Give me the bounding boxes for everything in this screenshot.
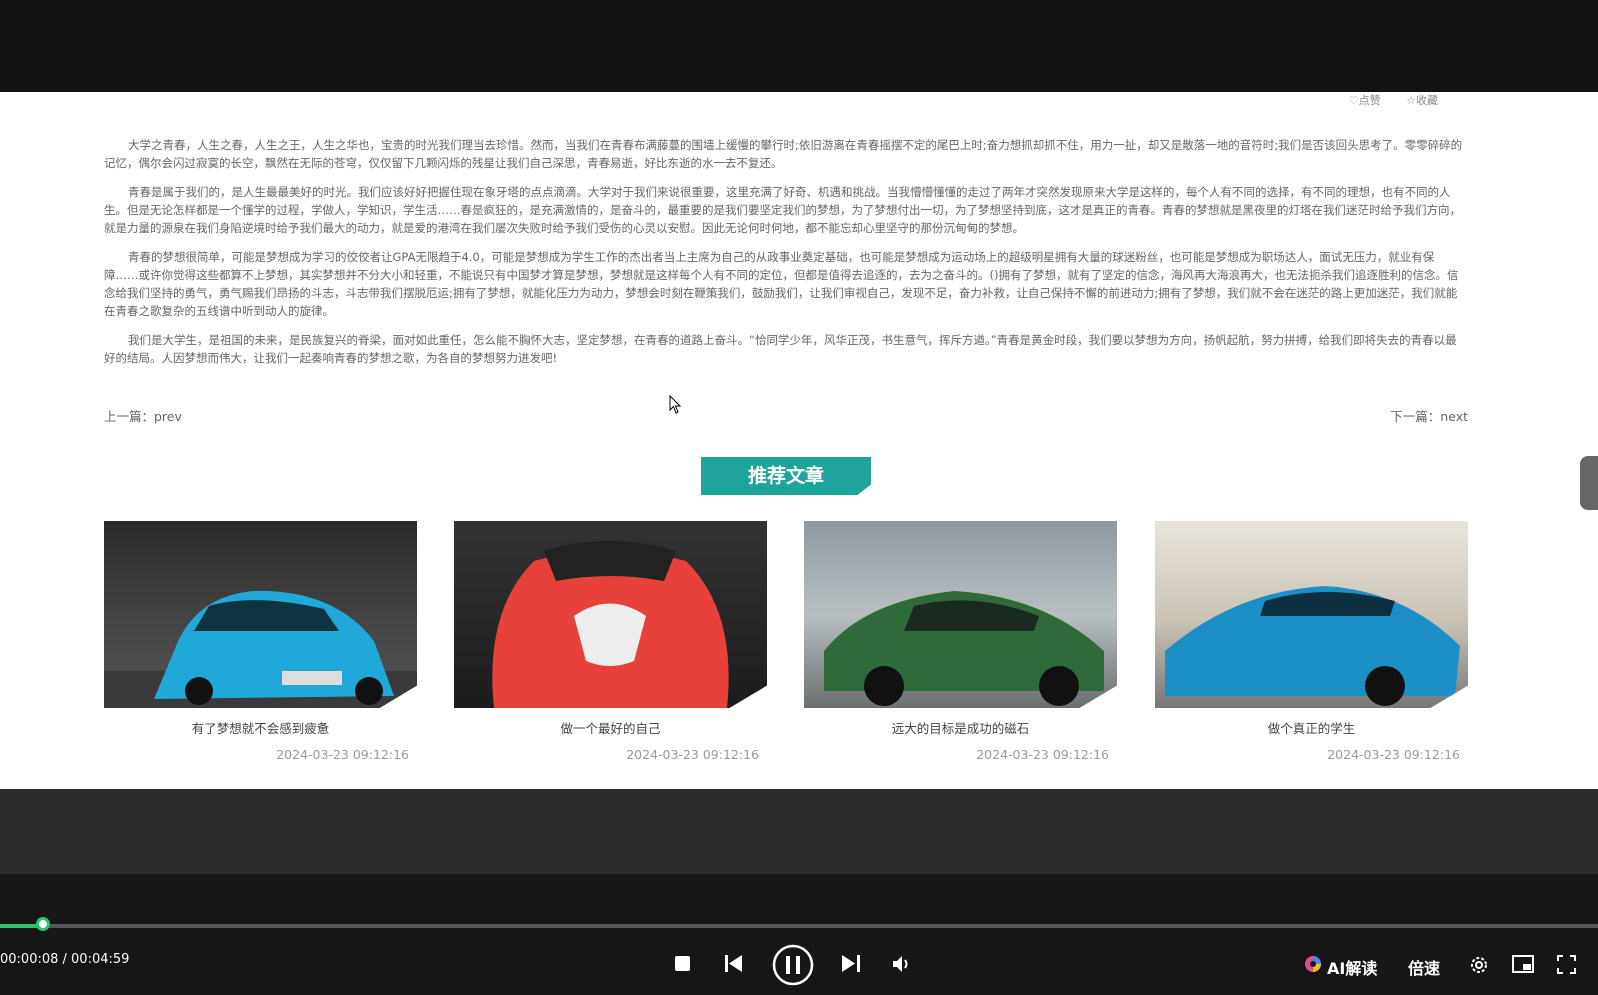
ai-logo-icon bbox=[1304, 955, 1322, 973]
side-expand-tab[interactable] bbox=[1580, 456, 1598, 510]
top-black-band bbox=[0, 0, 1598, 92]
page-footer bbox=[0, 789, 1598, 874]
picture-in-picture-icon[interactable] bbox=[1512, 955, 1534, 973]
volume-icon[interactable] bbox=[892, 955, 912, 973]
recommend-card[interactable]: 做个真正的学生 2024-03-23 09:12:16 bbox=[1155, 521, 1468, 762]
card-caption[interactable]: 做一个最好的自己 bbox=[454, 718, 767, 737]
pause-icon[interactable] bbox=[772, 944, 814, 986]
card-date: 2024-03-23 09:12:16 bbox=[626, 747, 759, 762]
article-body: 大学之青春，人生之春，人生之王，人生之华也，宝贵的时光我们理当去珍惜。然而，当我… bbox=[104, 136, 1468, 378]
recommend-card[interactable]: 有了梦想就不会感到疲惫 2024-03-23 09:12:16 bbox=[104, 521, 417, 762]
card-image[interactable] bbox=[1155, 521, 1468, 708]
card-date: 2024-03-23 09:12:16 bbox=[1327, 747, 1460, 762]
like-favorite-bar: ♡点赞 ☆收藏 bbox=[1327, 92, 1438, 108]
card-caption[interactable]: 有了梦想就不会感到疲惫 bbox=[104, 718, 417, 737]
mouse-cursor-icon bbox=[669, 395, 682, 414]
recommend-title: 推荐文章 bbox=[701, 457, 871, 495]
ai-interpret-button[interactable]: AI解读 bbox=[1327, 955, 1377, 979]
recommend-card[interactable]: 做一个最好的自己 2024-03-23 09:12:16 bbox=[454, 521, 767, 762]
prev-article-link[interactable]: 上一篇：prev bbox=[104, 409, 182, 424]
card-date: 2024-03-23 09:12:16 bbox=[976, 747, 1109, 762]
settings-icon[interactable] bbox=[1469, 955, 1489, 975]
time-display: 00:00:08 / 00:04:59 bbox=[0, 952, 130, 967]
recommend-card[interactable]: 远大的目标是成功的磁石 2024-03-23 09:12:16 bbox=[804, 521, 1117, 762]
like-button[interactable]: ♡点赞 bbox=[1349, 94, 1381, 107]
previous-icon[interactable] bbox=[725, 955, 743, 972]
article-paragraph: 大学之青春，人生之春，人生之王，人生之华也，宝贵的时光我们理当去珍惜。然而，当我… bbox=[104, 138, 1463, 170]
article-paragraph: 青春的梦想很简单，可能是梦想成为学习的佼佼者让GPA无限趋于4.0，可能是梦想成… bbox=[104, 250, 1459, 318]
favorite-button[interactable]: ☆收藏 bbox=[1406, 94, 1438, 107]
fullscreen-icon[interactable] bbox=[1557, 955, 1576, 974]
card-date: 2024-03-23 09:12:16 bbox=[276, 747, 409, 762]
article-paragraph: 我们是大学生，是祖国的未来，是民族复兴的脊梁，面对如此重任，怎么能不胸怀大志，坚… bbox=[104, 333, 1457, 365]
progress-knob[interactable] bbox=[36, 917, 50, 931]
progress-track[interactable] bbox=[0, 924, 1598, 928]
card-image[interactable] bbox=[454, 521, 767, 708]
prev-next-nav: 上一篇：prev 下一篇：next bbox=[104, 406, 1468, 425]
playback-speed-button[interactable]: 倍速 bbox=[1408, 955, 1440, 979]
stop-icon[interactable] bbox=[674, 955, 691, 972]
article-page: ♡点赞 ☆收藏 大学之青春，人生之春，人生之王，人生之华也，宝贵的时光我们理当去… bbox=[0, 92, 1598, 789]
next-article-link[interactable]: 下一篇：next bbox=[1390, 406, 1468, 425]
card-caption[interactable]: 做个真正的学生 bbox=[1155, 718, 1468, 737]
article-paragraph: 青春是属于我们的，是人生最最美好的时光。我们应该好好把握住现在象牙塔的点点滴滴。… bbox=[104, 185, 1461, 235]
card-caption[interactable]: 远大的目标是成功的磁石 bbox=[804, 718, 1117, 737]
card-image[interactable] bbox=[804, 521, 1117, 708]
card-image[interactable] bbox=[104, 521, 417, 708]
next-icon[interactable] bbox=[842, 955, 860, 972]
